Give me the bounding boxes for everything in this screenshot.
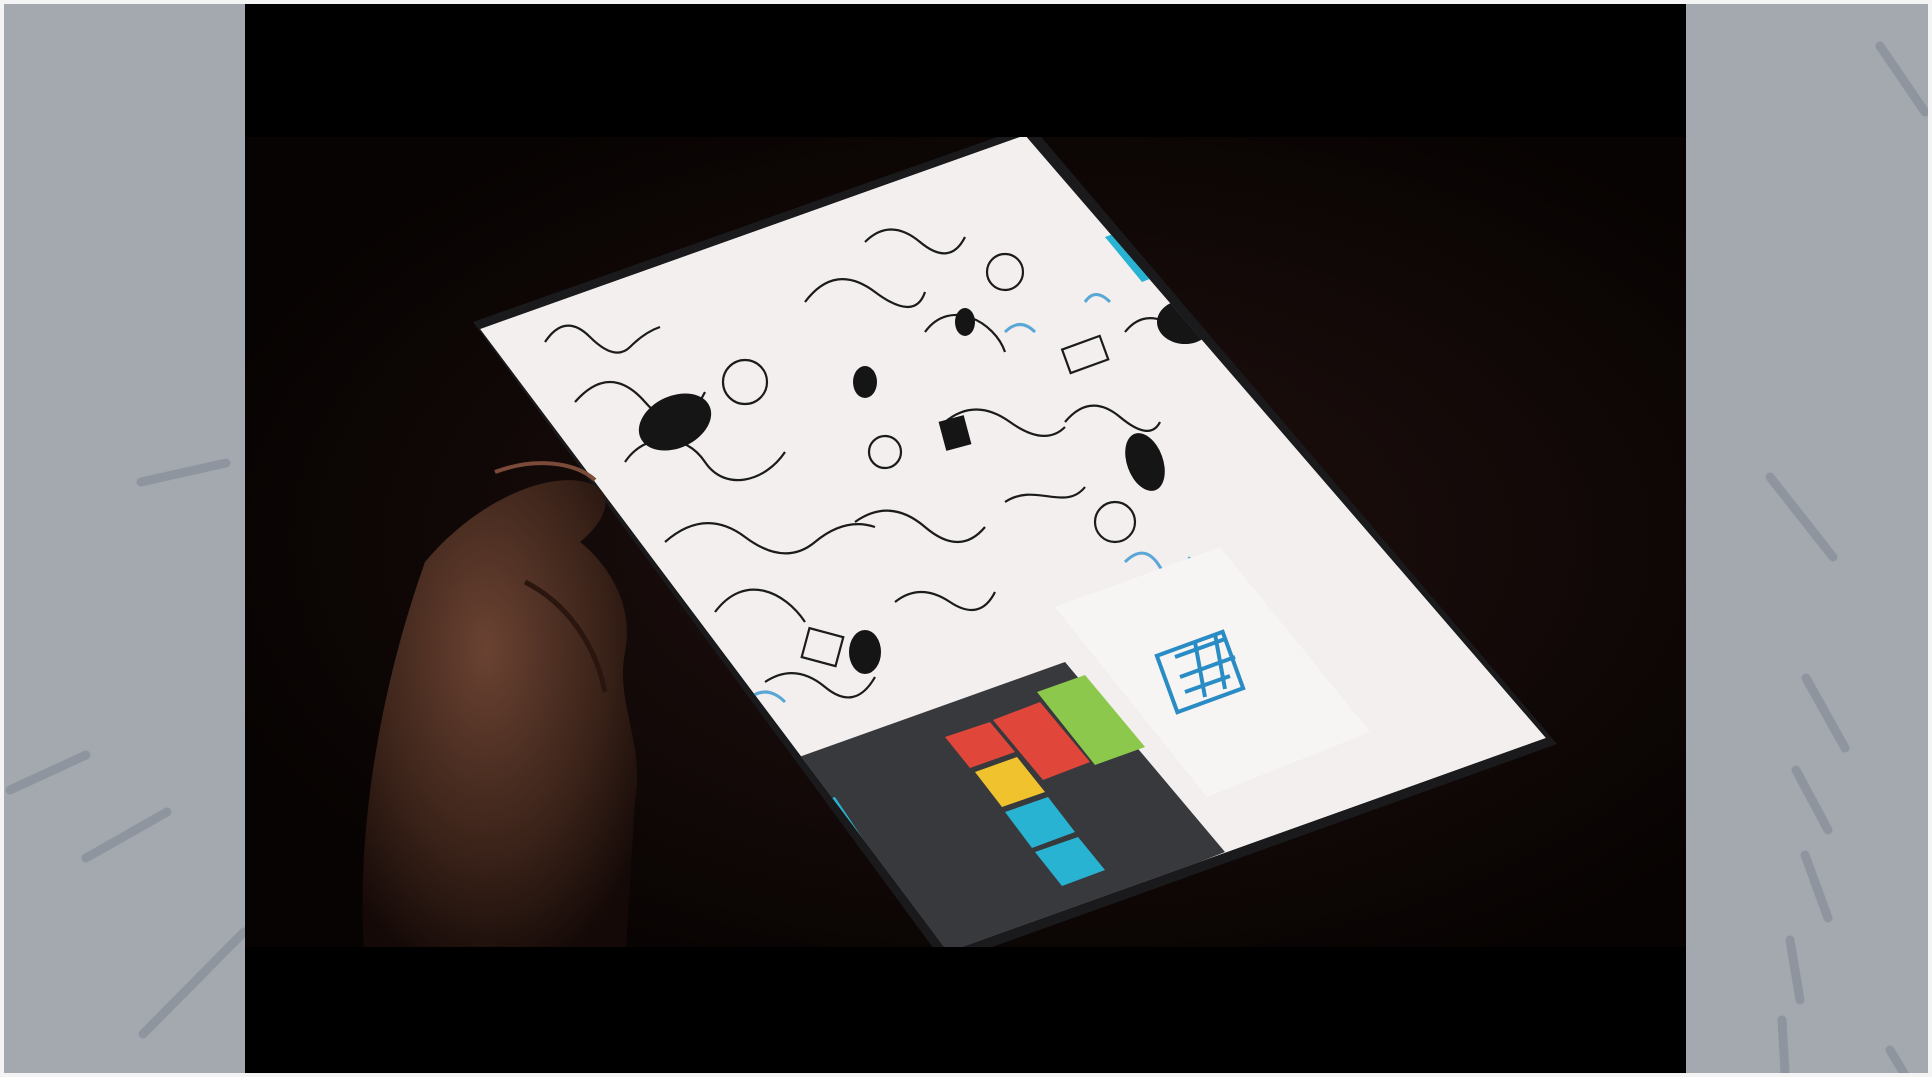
photo-of-tablet-in-dark bbox=[245, 2, 1686, 1077]
video-frame bbox=[245, 2, 1686, 1077]
